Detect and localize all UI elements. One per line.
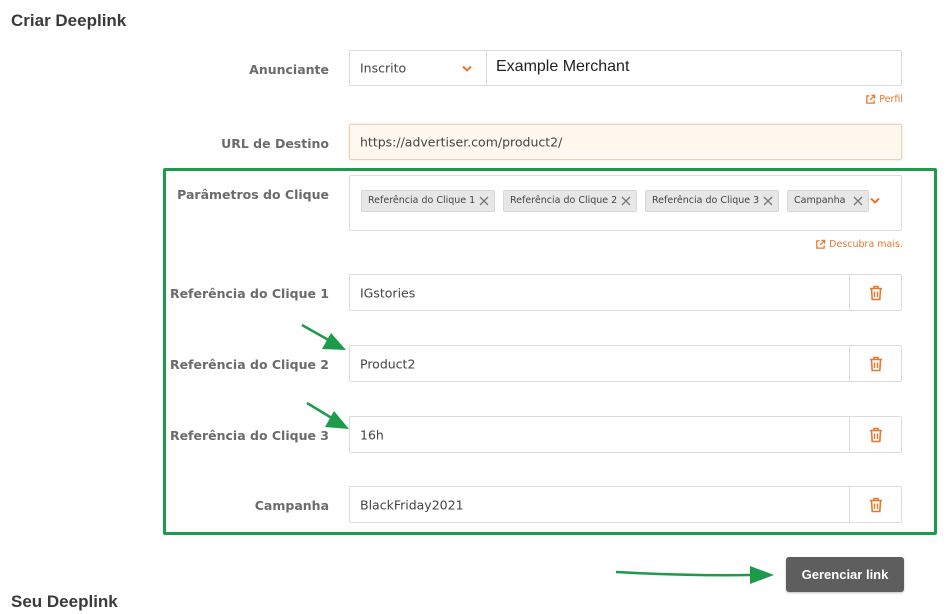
arrow-icon — [306, 401, 349, 429]
deeplink-result-title: Seu Deeplink — [11, 592, 118, 611]
annotation-arrows — [301, 323, 774, 584]
manage-link-button[interactable]: Gerenciar link — [786, 557, 904, 592]
arrow-icon — [615, 566, 774, 584]
arrow-icon — [301, 323, 346, 350]
